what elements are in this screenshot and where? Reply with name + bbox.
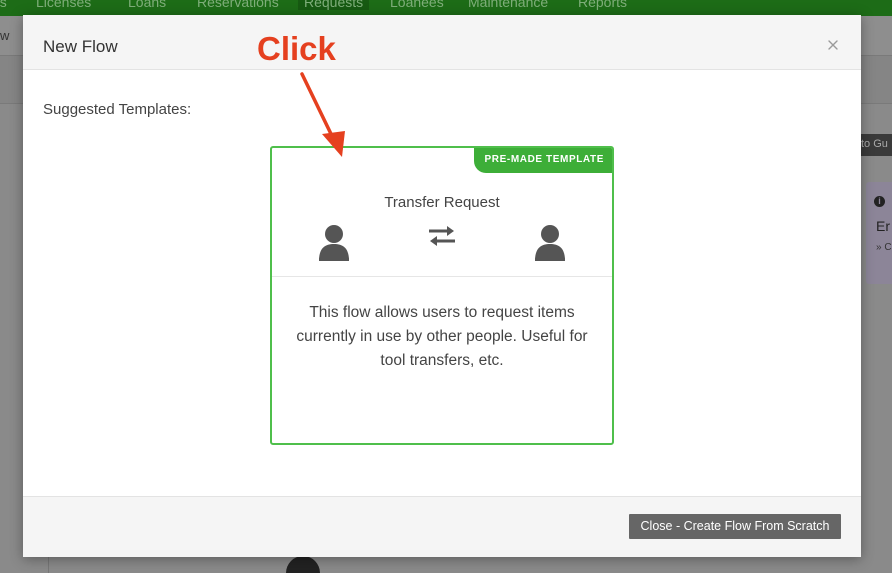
swap-arrows-icon bbox=[427, 225, 457, 252]
background-side-button[interactable]: to Gu bbox=[858, 134, 892, 156]
nav-item[interactable]: Maintenance bbox=[468, 0, 548, 10]
card-divider bbox=[272, 276, 612, 277]
pre-made-template-badge: PRE-MADE TEMPLATE bbox=[473, 148, 612, 173]
close-create-from-scratch-button[interactable]: Close - Create Flow From Scratch bbox=[629, 514, 841, 539]
background-divider bbox=[48, 556, 49, 573]
nav-item-active[interactable]: Requests bbox=[298, 0, 370, 10]
nav-item[interactable]: Licenses bbox=[36, 0, 91, 10]
template-title: Transfer Request bbox=[384, 194, 500, 211]
click-annotation-label: Click bbox=[257, 30, 336, 67]
top-nav-bar: es Licenses Loans Reservations Requests … bbox=[0, 0, 892, 16]
background-info-card: i Er » C bbox=[866, 182, 892, 284]
modal-title: New Flow bbox=[43, 37, 118, 56]
close-icon[interactable] bbox=[825, 37, 841, 53]
annotation-arrow-icon bbox=[290, 70, 350, 165]
transfer-request-template-card[interactable]: PRE-MADE TEMPLATE Transfer Request This … bbox=[270, 146, 614, 445]
info-icon: i bbox=[874, 196, 885, 207]
template-description: This flow allows users to request items … bbox=[296, 304, 588, 369]
new-flow-modal: New Flow Suggested Templates: PRE-MADE T… bbox=[23, 15, 861, 557]
suggested-templates-heading: Suggested Templates: bbox=[43, 101, 192, 118]
nav-item[interactable]: Loans bbox=[128, 0, 166, 10]
user-icon bbox=[534, 224, 566, 267]
nav-item[interactable]: Reservations bbox=[197, 0, 279, 10]
nav-item[interactable]: es bbox=[0, 0, 7, 10]
info-card-text: Er bbox=[876, 218, 890, 234]
modal-header: New Flow bbox=[23, 15, 861, 70]
view-selector[interactable]: w bbox=[0, 28, 9, 43]
info-card-link[interactable]: » C bbox=[876, 242, 892, 253]
nav-item[interactable]: Reports bbox=[578, 0, 627, 10]
user-icon bbox=[318, 224, 350, 267]
nav-item[interactable]: Loanees bbox=[390, 0, 444, 10]
modal-footer: Close - Create Flow From Scratch bbox=[23, 496, 861, 557]
